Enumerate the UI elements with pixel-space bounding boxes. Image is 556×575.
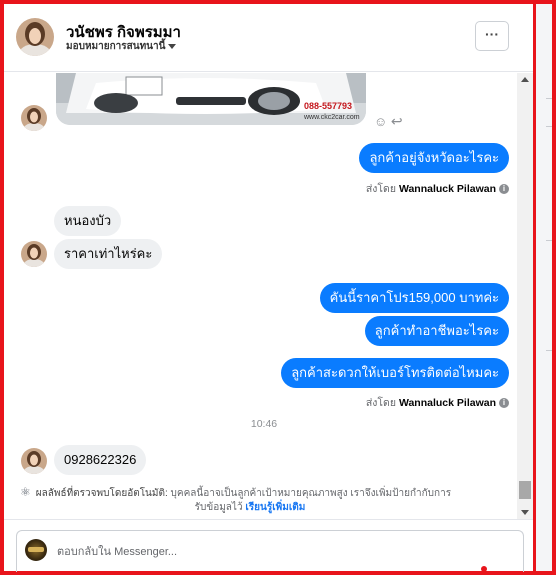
contact-avatar-small: [21, 241, 47, 267]
dropdown-caret-icon: [168, 43, 177, 49]
outgoing-message: ลูกค้าทำอาชีพอะไรคะ: [364, 316, 509, 346]
incoming-message: หนองบัว: [54, 206, 122, 236]
message-timestamp: 10:46: [250, 418, 278, 430]
contact-avatar-small: [21, 105, 47, 131]
conversation-header: วนัชพร กิจพรมมา มอบหมายการสนทนานี้ ···: [4, 4, 533, 72]
assign-conversation-dropdown[interactable]: มอบหมายการสนทนานี้: [66, 39, 177, 54]
learn-more-link[interactable]: เรียนรู้เพิ่มเติม: [245, 502, 305, 513]
message-scrollbar[interactable]: [517, 73, 533, 519]
outgoing-message: ลูกค้าสะดวกให้เบอร์โทรติดต่อไหมคะ: [281, 358, 509, 388]
background-page-strip: [536, 4, 552, 571]
annotation-dot: [481, 566, 487, 572]
auto-detect-icon: ⚛: [20, 485, 31, 499]
contact-avatar[interactable]: [16, 18, 54, 56]
sent-by-line: ส่งโดย Wannaluck Pilawan i: [366, 394, 509, 411]
message-list[interactable]: 088-557793 www.ckc2car.com ☺ ↩ ลูกค้าอยู…: [4, 73, 533, 519]
page-avatar: [25, 539, 47, 561]
scroll-thumb[interactable]: [519, 481, 531, 499]
outgoing-message: คันนี้ราคาโปร159,000 บาทค่ะ: [319, 283, 509, 313]
car-photo-attachment[interactable]: 088-557793 www.ckc2car.com: [56, 73, 366, 125]
watermark-phone: 088-557793: [304, 101, 352, 111]
info-icon[interactable]: i: [499, 398, 509, 409]
assign-label: มอบหมายการสนทนานี้: [66, 41, 166, 52]
auto-detect-notice: ⚛ ผลลัพธ์ที่ตรวจพบโดยอัตโนมัติ: บุคคลนี้…: [20, 485, 452, 513]
more-options-icon: ···: [485, 26, 499, 42]
outgoing-message: ลูกค้าอยู่จังหวัดอะไรคะ: [359, 143, 509, 173]
incoming-message: 0928622326: [54, 445, 147, 475]
emoji-icon[interactable]: ☺: [374, 114, 387, 129]
reply-arrow-icon[interactable]: ↩: [391, 113, 403, 129]
contact-avatar-small: [21, 448, 47, 474]
conversation-panel: วนัชพร กิจพรมมา มอบหมายการสนทนานี้ ··· 0…: [4, 4, 533, 572]
more-options-button[interactable]: ···: [475, 21, 509, 51]
watermark-site: www.ckc2car.com: [303, 114, 360, 121]
reply-input[interactable]: [57, 543, 497, 561]
message-actions: ☺ ↩: [374, 113, 403, 130]
incoming-message: ราคาเท่าไหร่คะ: [54, 239, 163, 269]
scroll-up-arrow[interactable]: [521, 77, 529, 82]
info-icon[interactable]: i: [499, 184, 509, 195]
sent-by-line: ส่งโดย Wannaluck Pilawan i: [366, 180, 509, 197]
reply-footer: [4, 519, 533, 572]
scroll-down-arrow[interactable]: [521, 510, 529, 515]
reply-composer[interactable]: [16, 530, 524, 572]
